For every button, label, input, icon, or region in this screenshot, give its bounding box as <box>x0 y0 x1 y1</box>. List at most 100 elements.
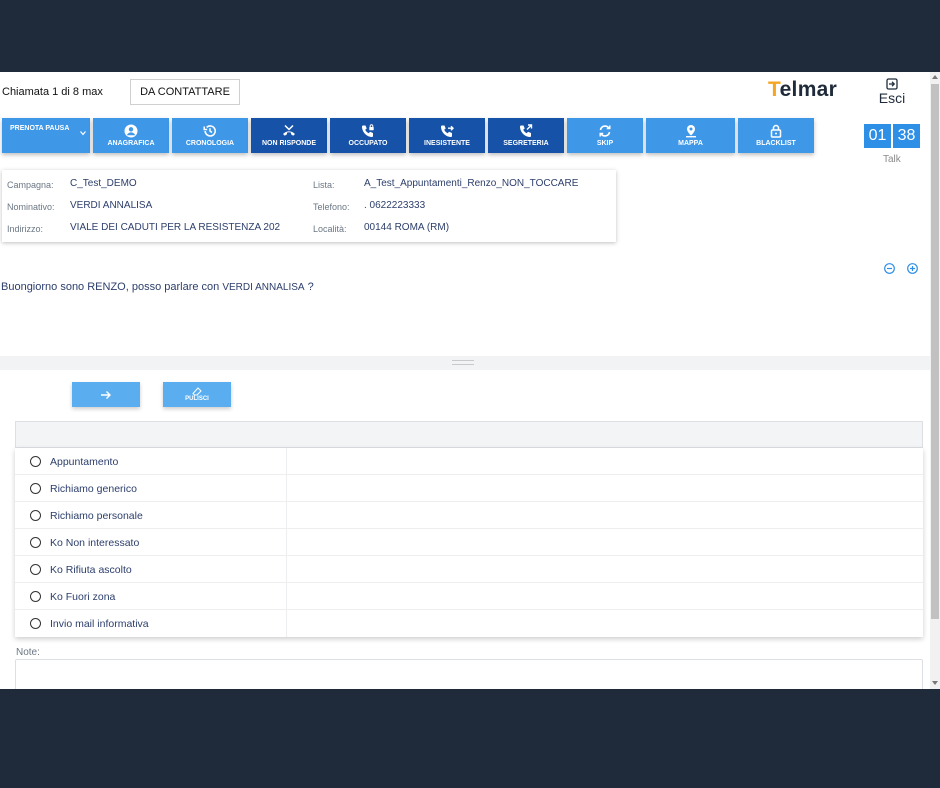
telmar-logo: Telmar <box>768 78 838 101</box>
options-header-bar <box>15 421 923 448</box>
script-contact-name: VERDI ANNALISA <box>222 282 305 293</box>
inesistente-button[interactable]: INESISTENTE <box>409 118 485 153</box>
option-row[interactable]: Appuntamento <box>15 448 923 475</box>
cronologia-button[interactable]: CRONOLOGIA <box>172 118 248 153</box>
call-counter: Chiamata 1 di 8 max <box>2 86 103 98</box>
option-row[interactable]: Richiamo generico <box>15 475 923 502</box>
campagna-value: C_Test_DEMO <box>70 178 137 189</box>
chevron-down-icon <box>80 131 86 136</box>
eraser-icon <box>192 387 202 396</box>
next-button[interactable] <box>72 382 140 407</box>
arrow-right-icon <box>101 390 111 399</box>
anagrafica-button[interactable]: ANAGRAFICA <box>93 118 169 153</box>
option-row[interactable]: Ko Rifiuta ascolto <box>15 556 923 583</box>
option-label: Ko Rifiuta ascolto <box>50 564 132 576</box>
option-cell: Invio mail informativa <box>15 610 287 637</box>
blacklist-button[interactable]: BLACKLIST <box>738 118 814 153</box>
segreteria-label: SEGRETERIA <box>503 140 549 147</box>
phone-lock-icon <box>362 124 374 137</box>
header-bar: Chiamata 1 di 8 max DA CONTATTARE Telmar… <box>0 72 930 112</box>
outcome-options: Appuntamento Richiamo generico Richiamo … <box>15 448 923 637</box>
app-window: Chiamata 1 di 8 max DA CONTATTARE Telmar… <box>0 72 940 689</box>
timer-seconds: 38 <box>893 124 920 148</box>
option-row[interactable]: Invio mail informativa <box>15 610 923 637</box>
option-label: Ko Non interessato <box>50 537 140 549</box>
option-label: Ko Fuori zona <box>50 591 116 603</box>
option-label: Richiamo personale <box>50 510 143 522</box>
action-toolbar: PRENOTA PAUSA ANAGRAFICA CRONOLOGIA NON … <box>0 112 930 158</box>
exit-label: Esci <box>878 90 906 106</box>
radio-button[interactable] <box>30 483 41 494</box>
scroll-up-arrow[interactable] <box>932 75 938 79</box>
pause-label: PRENOTA PAUSA <box>10 125 70 132</box>
note-textarea[interactable] <box>15 659 923 689</box>
call-timer: 01 38 <box>864 124 922 148</box>
voicemail-icon <box>520 124 533 137</box>
clear-label: PULISCI <box>185 396 209 402</box>
map-pin-icon <box>685 125 696 138</box>
localita-label: Località: <box>313 224 347 234</box>
inesistente-label: INESISTENTE <box>424 140 470 147</box>
radio-button[interactable] <box>30 591 41 602</box>
non-risponde-button[interactable]: NON RISPONDE <box>251 118 327 153</box>
exit-button[interactable]: Esci <box>874 78 910 105</box>
option-label: Appuntamento <box>50 456 119 468</box>
option-cell: Richiamo generico <box>15 475 287 502</box>
zoom-out-icon[interactable] <box>884 263 895 274</box>
phone-missed-icon <box>283 124 295 136</box>
scroll-down-arrow[interactable] <box>932 681 938 685</box>
phone-forward-icon <box>441 125 454 137</box>
localita-value: 00144 ROMA (RM) <box>364 222 450 233</box>
option-row[interactable]: Richiamo personale <box>15 502 923 529</box>
script-suffix: ? <box>304 281 314 293</box>
indirizzo-value: VIALE DEI CADUTI PER LA RESISTENZA 202 <box>70 222 281 233</box>
option-cell: Richiamo personale <box>15 502 287 529</box>
non-risponde-label: NON RISPONDE <box>261 140 317 147</box>
radio-button[interactable] <box>30 618 41 629</box>
nominativo-label: Nominativo: <box>7 202 55 212</box>
radio-button[interactable] <box>30 537 41 548</box>
sync-icon <box>599 125 611 137</box>
timer-label: Talk <box>883 154 901 165</box>
resize-handle[interactable] <box>452 360 474 365</box>
option-cell: Ko Rifiuta ascolto <box>15 556 287 583</box>
segreteria-button[interactable]: SEGRETERIA <box>488 118 564 153</box>
history-icon <box>203 125 216 137</box>
skip-label: SKIP <box>596 140 614 147</box>
lock-icon <box>770 124 782 138</box>
note-label: Note: <box>16 647 40 658</box>
radio-button[interactable] <box>30 510 41 521</box>
campagna-label: Campagna: <box>7 180 54 190</box>
script-prefix: Buongiorno sono RENZO, posso parlare con <box>1 281 223 293</box>
user-circle-icon <box>124 124 138 138</box>
lista-value: A_Test_Appuntamenti_Renzo_NON_TOCCARE <box>364 178 579 189</box>
option-row[interactable]: Ko Non interessato <box>15 529 923 556</box>
nominativo-value: VERDI ANNALISA <box>70 200 153 211</box>
option-label: Invio mail informativa <box>50 618 149 630</box>
sign-out-icon <box>886 78 898 90</box>
indirizzo-label: Indirizzo: <box>7 224 44 234</box>
telefono-label: Telefono: <box>313 202 350 212</box>
status-button[interactable]: DA CONTATTARE <box>130 79 240 105</box>
clear-button[interactable]: PULISCI <box>163 382 231 407</box>
option-label: Richiamo generico <box>50 483 137 495</box>
blacklist-label: BLACKLIST <box>756 140 796 147</box>
telefono-value: . 0622223333 <box>364 200 426 211</box>
option-cell: Ko Fuori zona <box>15 583 287 610</box>
occupato-label: OCCUPATO <box>348 140 388 147</box>
anagrafica-label: ANAGRAFICA <box>107 140 155 147</box>
radio-button[interactable] <box>30 456 41 467</box>
option-cell: Appuntamento <box>15 448 287 475</box>
option-row[interactable]: Ko Fuori zona <box>15 583 923 610</box>
occupato-button[interactable]: OCCUPATO <box>330 118 406 153</box>
cronologia-label: CRONOLOGIA <box>185 140 235 147</box>
option-cell: Ko Non interessato <box>15 529 287 556</box>
skip-button[interactable]: SKIP <box>567 118 643 153</box>
mappa-button[interactable]: MAPPA <box>646 118 735 153</box>
lista-label: Lista: <box>313 180 335 190</box>
zoom-in-icon[interactable] <box>907 263 918 274</box>
scrollbar-thumb[interactable] <box>931 84 939 619</box>
radio-button[interactable] <box>30 564 41 575</box>
timer-minutes: 01 <box>864 124 891 148</box>
pause-dropdown[interactable]: PRENOTA PAUSA <box>2 118 90 153</box>
